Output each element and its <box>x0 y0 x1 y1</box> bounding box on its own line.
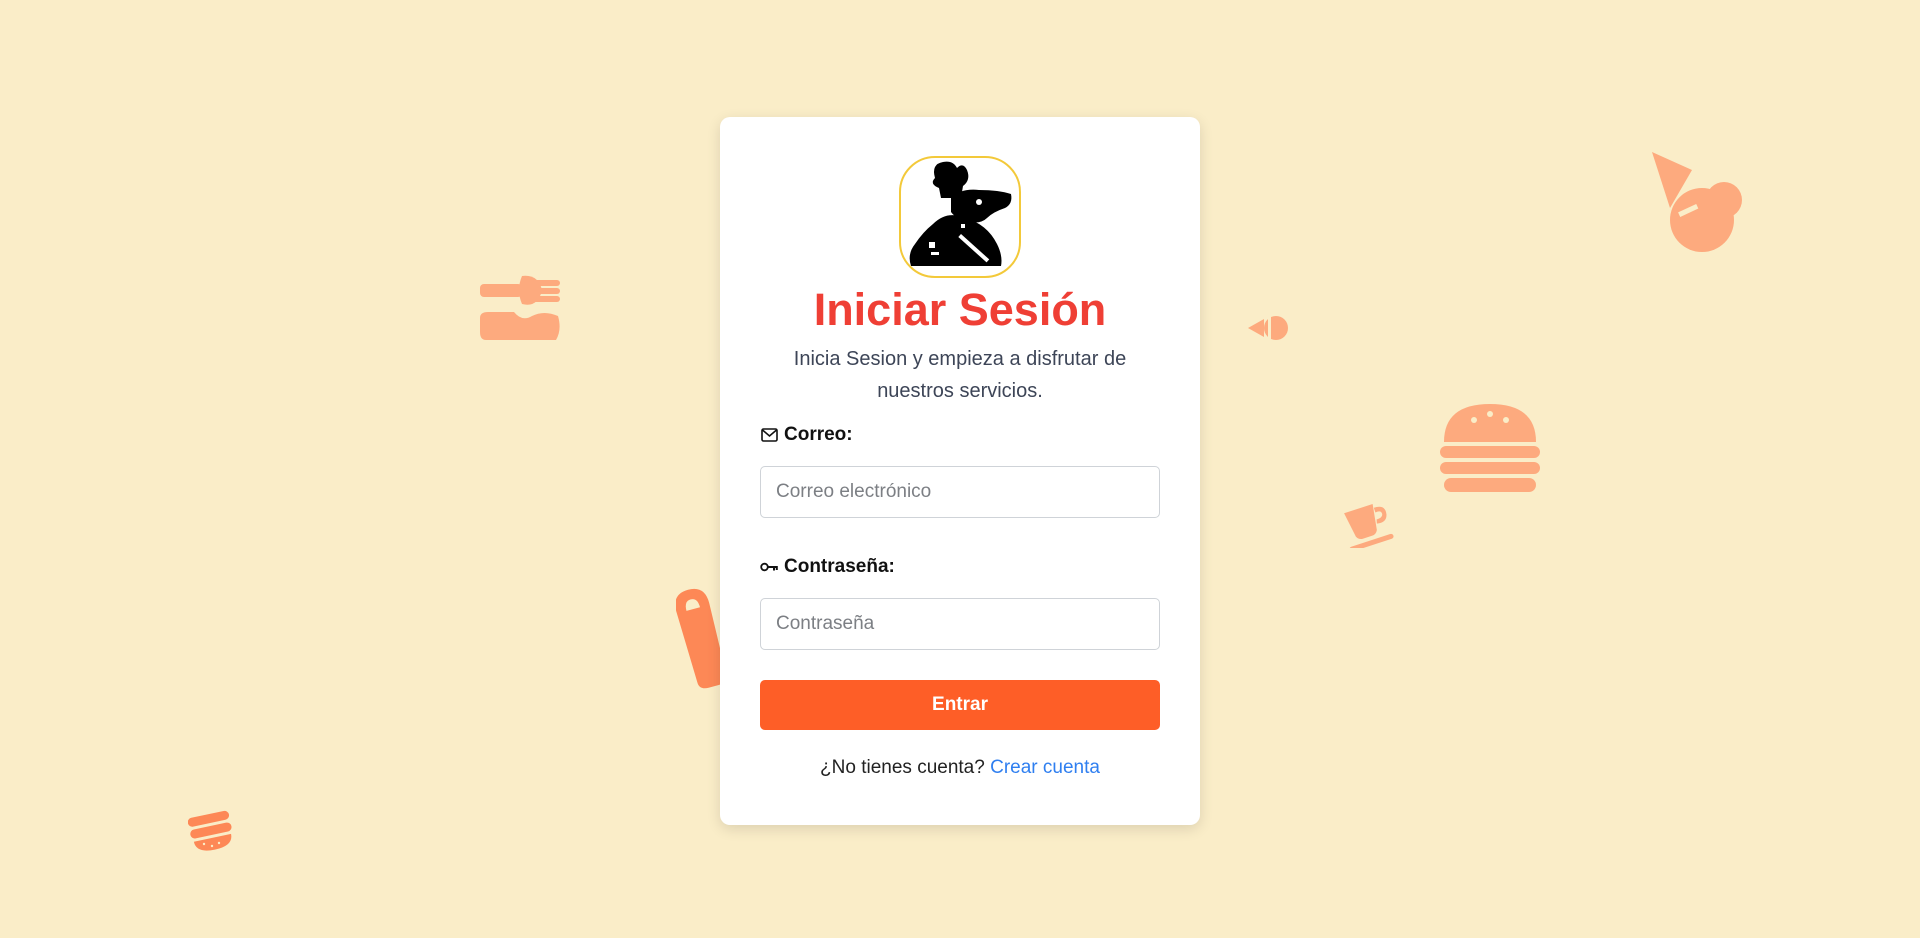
chef-rat-logo-icon <box>899 156 1021 278</box>
signup-row: ¿No tienes cuenta? Crear cuenta <box>720 757 1200 779</box>
create-account-link[interactable]: Crear cuenta <box>990 757 1100 778</box>
email-field[interactable] <box>760 466 1160 518</box>
candy-icon <box>1248 316 1288 340</box>
macaron-icon <box>188 810 232 851</box>
email-label-text: Correo: <box>784 424 853 445</box>
fork-knife-icon <box>480 275 560 340</box>
page-subtitle: Inicia Sesion y empieza a disfrutar de n… <box>793 348 1127 402</box>
password-label-text: Contraseña: <box>784 556 895 577</box>
envelope-icon <box>760 426 778 444</box>
popsicle-icon <box>676 588 726 689</box>
key-icon <box>760 558 778 576</box>
signup-prompt: ¿No tienes cuenta? <box>820 757 985 778</box>
coffee-cup-icon <box>1344 504 1394 548</box>
login-card: Iniciar Sesión Inicia Sesion y empieza a… <box>720 117 1200 825</box>
submit-button[interactable]: Entrar <box>760 680 1160 730</box>
password-field[interactable] <box>760 598 1160 650</box>
burger-icon <box>1440 404 1540 492</box>
password-label: Contraseña: <box>760 554 895 580</box>
ice-cream-icon <box>1652 152 1742 252</box>
email-label: Correo: <box>760 422 853 448</box>
login-page: Iniciar Sesión Inicia Sesion y empieza a… <box>0 0 1920 938</box>
page-title: Iniciar Sesión <box>813 284 1107 335</box>
